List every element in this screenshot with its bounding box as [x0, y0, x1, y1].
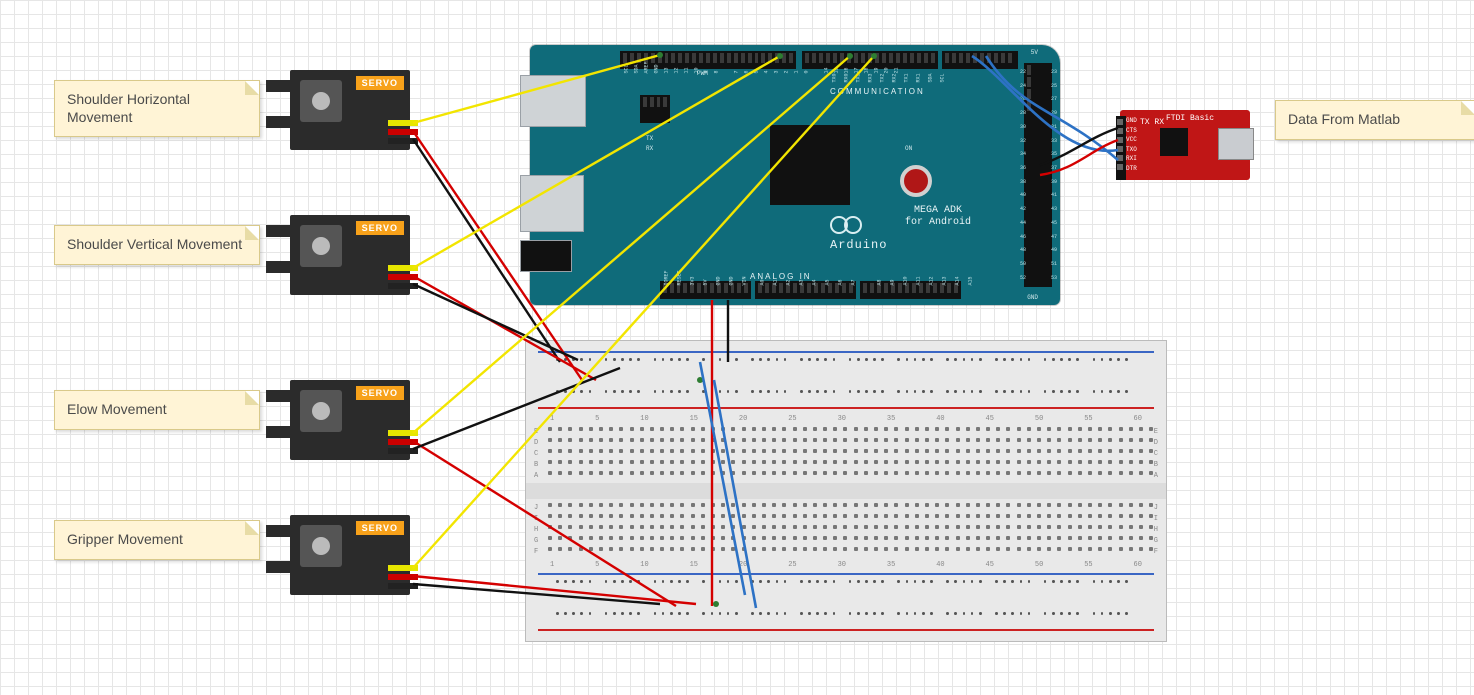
bb-rail-bot-pos: [538, 603, 1154, 633]
header-digital-side: [1024, 63, 1052, 287]
servo-label: SERVO: [356, 76, 404, 90]
side-pin-labels-even: 22242628303234363840424446485052: [1020, 69, 1026, 281]
arduino-brand-label: Arduino: [830, 238, 887, 252]
arduino-model-label: MEGA ADK for Android: [905, 205, 971, 229]
bb-scale-bot: 151015202530354045505560: [550, 561, 1142, 569]
servo-label: SERVO: [356, 386, 404, 400]
usb-b-port: [520, 175, 584, 232]
bb-rowlabels-right-top: EDCBA: [1154, 427, 1158, 482]
bb-field-lower: [548, 503, 1144, 555]
servo-shoulder-h: SERVO: [290, 70, 410, 150]
ftdi-basic-board: GNDCTSVCCTXORXIDTR FTDI Basic TX RX: [1120, 110, 1250, 180]
power-jack: [520, 240, 572, 272]
servo-label: SERVO: [356, 521, 404, 535]
note-shoulder-horizontal: Shoulder Horizontal Movement: [54, 80, 260, 137]
power-pin-labels: IOREFRESET3V35VGNDGNDVIN: [662, 278, 749, 284]
comm-pin-labels: TX0RX0TX3RX3TX2RX2TX1RX1SDASCL: [830, 75, 947, 81]
reset-button[interactable]: [900, 165, 932, 197]
servo-elbow: SERVO: [290, 380, 410, 460]
usb-host-port: [520, 75, 586, 127]
top-pin-labels: SCLSDAAREFGND131211109876543210141516171…: [622, 66, 1010, 72]
bb-field-upper: [548, 427, 1144, 479]
side-pin-labels-odd: 23252729313335373941434547495153: [1051, 69, 1057, 281]
ftdi-txrx-label: TX RX: [1140, 118, 1164, 127]
communication-label: COMMUNICATION: [830, 87, 925, 96]
bb-rail-top-neg: [538, 349, 1154, 379]
arduino-mega-adk: Arduino MEGA ADK for Android TX RX ON PW…: [530, 45, 1060, 305]
ftdi-usb-mini: [1218, 128, 1254, 160]
bb-rowlabels-left-bot: JIHGF: [534, 503, 538, 558]
bb-center-gap: [526, 483, 1166, 499]
ftdi-chip-icon: [1160, 128, 1188, 156]
gnd-label-corner: GND: [1027, 294, 1038, 301]
header-icsp: [640, 95, 670, 123]
analog-pin-labels: A0A1A2A3A4A5A6A7A8A9A10A11A12A13A14A15: [758, 278, 975, 284]
note-gripper: Gripper Movement: [54, 520, 260, 560]
bb-rail-top-pos: [538, 381, 1154, 411]
bb-rowlabels-right-bot: JIHGF: [1154, 503, 1158, 558]
servo-shoulder-v: SERVO: [290, 215, 410, 295]
bb-rail-bot-neg: [538, 571, 1154, 601]
servo-label: SERVO: [356, 221, 404, 235]
fivev-label: 5V: [1031, 49, 1038, 56]
ftdi-name-label: FTDI Basic: [1166, 114, 1214, 123]
rx-led-label: RX: [646, 145, 653, 152]
atmega-chip-icon: [770, 125, 850, 205]
servo-gripper: SERVO: [290, 515, 410, 595]
ftdi-header: [1116, 116, 1126, 180]
bb-rowlabels-left-top: EDCBA: [534, 427, 538, 482]
ftdi-pin-labels: GNDCTSVCCTXORXIDTR: [1126, 116, 1137, 173]
bb-scale-top: 151015202530354045505560: [550, 415, 1142, 423]
arduino-logo: Arduino: [830, 213, 887, 252]
breadboard: 151015202530354045505560 EDCBA JIHGF EDC…: [525, 340, 1167, 642]
on-led-label: ON: [905, 145, 912, 152]
note-elbow: Elow Movement: [54, 390, 260, 430]
note-shoulder-vertical: Shoulder Vertical Movement: [54, 225, 260, 265]
note-matlab: Data From Matlab: [1275, 100, 1474, 140]
tx-led-label: TX: [646, 135, 653, 142]
